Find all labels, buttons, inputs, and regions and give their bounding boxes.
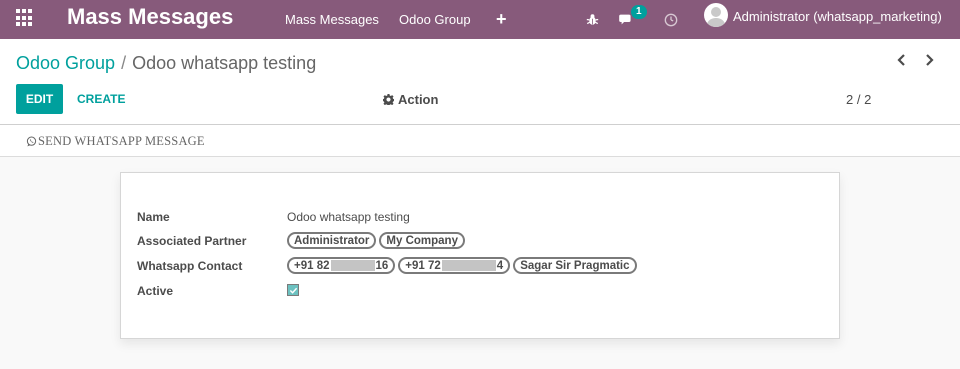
form-statusbar: SEND WHATSAPP MESSAGE (0, 125, 960, 157)
partner-tag[interactable]: Administrator (287, 232, 377, 249)
whatsapp-contact-tags: +91 82 16 +91 72 4 Sagar Sir Pragmatic (287, 257, 640, 274)
name-value: Odoo whatsapp testing (287, 210, 410, 224)
gear-icon (383, 93, 394, 105)
debug-bug-icon[interactable] (586, 0, 599, 39)
whatsapp-contact-label: Whatsapp Contact (137, 259, 243, 273)
breadcrumb-separator: / (121, 53, 127, 73)
plus-menu-icon[interactable]: + (496, 0, 507, 39)
associated-partner-label: Associated Partner (137, 234, 247, 248)
partner-tag[interactable]: My Company (379, 232, 465, 249)
breadcrumb-current: Odoo whatsapp testing (132, 53, 317, 73)
edit-button[interactable]: EDIT (16, 84, 63, 114)
chevron-right-icon[interactable] (919, 45, 939, 75)
associated-partner-tags: Administrator My Company (287, 232, 468, 249)
send-whatsapp-label: SEND WHATSAPP MESSAGE (38, 133, 205, 148)
contact-number-prefix: +91 72 (405, 259, 441, 272)
menu-odoo-group[interactable]: Odoo Group (399, 0, 471, 39)
contact-tag[interactable]: +91 72 4 (398, 257, 511, 274)
action-label: Action (398, 91, 439, 107)
apps-menu-icon[interactable] (16, 9, 34, 27)
contact-number-suffix: 4 (496, 259, 504, 272)
activity-clock-icon[interactable] (664, 0, 678, 39)
control-panel: Odoo Group / Odoo whatsapp testing EDIT CR… (0, 39, 960, 125)
contact-number-suffix: 16 (375, 259, 389, 272)
menu-mass-messages[interactable]: Mass Messages (285, 0, 379, 39)
action-dropdown[interactable]: Action (383, 84, 438, 114)
chat-count-badge: 1 (631, 5, 647, 19)
active-field (287, 284, 299, 296)
app-title: Mass Messages (67, 4, 234, 29)
pager-value[interactable]: 2 / 2 (846, 84, 871, 114)
send-whatsapp-button[interactable]: SEND WHATSAPP MESSAGE (26, 125, 205, 157)
active-checkbox[interactable] (287, 284, 299, 296)
name-label: Name (137, 210, 170, 224)
contact-tag[interactable]: Sagar Sir Pragmatic (513, 257, 637, 274)
redacted-block (441, 260, 496, 271)
user-menu[interactable]: Administrator (whatsapp_marketing) (733, 0, 942, 32)
top-navbar: Mass Messages Mass Messages Odoo Group +… (0, 0, 960, 39)
breadcrumb-parent[interactable]: Odoo Group (16, 53, 115, 73)
redacted-block (330, 260, 375, 271)
active-label: Active (137, 284, 174, 298)
chat-messages-icon[interactable]: 1 (619, 0, 647, 39)
contact-tag[interactable]: +91 82 16 (287, 257, 396, 274)
create-button[interactable]: CREATE (77, 84, 125, 114)
whatsapp-icon (26, 136, 37, 147)
chevron-left-icon[interactable] (892, 45, 912, 75)
breadcrumb: Odoo Group / Odoo whatsapp testing (16, 52, 316, 74)
user-avatar[interactable] (704, 3, 728, 27)
form-sheet: Name Odoo whatsapp testing Associated Pa… (120, 172, 840, 339)
contact-number-prefix: +91 82 (294, 259, 330, 272)
